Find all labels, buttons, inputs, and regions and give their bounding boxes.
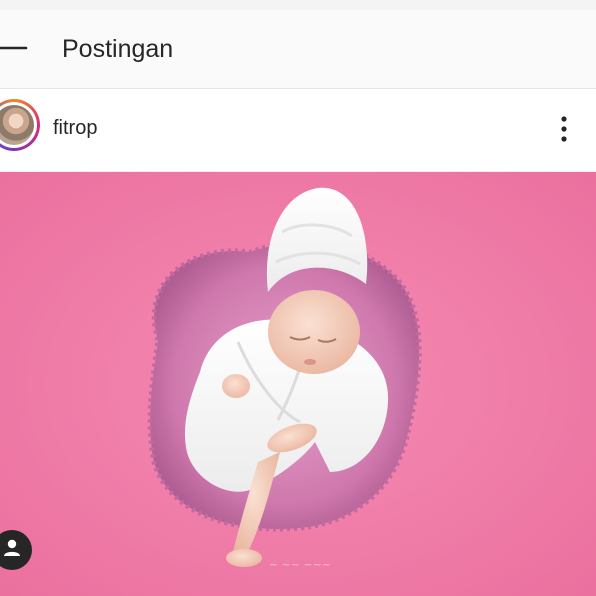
user-tag-icon [1, 537, 23, 564]
page-title: Postingan [62, 35, 174, 63]
instagram-post-screen: Postingan fitrop ~ ~~ ~~~ [0, 0, 596, 596]
svg-text:~ ~~ ~~~: ~ ~~ ~~~ [269, 558, 331, 571]
post-photo: ~ ~~ ~~~ [0, 172, 596, 596]
post-header: fitrop [0, 89, 596, 172]
status-bar [0, 0, 596, 10]
avatar-photo [0, 105, 34, 145]
avatar[interactable] [0, 99, 40, 151]
more-options-button[interactable] [550, 111, 578, 151]
avatar-ring-gap [0, 102, 37, 148]
back-button[interactable] [0, 26, 36, 70]
more-vertical-icon [560, 115, 568, 148]
top-navigation-bar: Postingan [0, 10, 596, 89]
arrow-left-icon [0, 36, 30, 60]
post-image[interactable]: ~ ~~ ~~~ [0, 172, 596, 596]
post-username[interactable]: fitrop [53, 116, 97, 140]
